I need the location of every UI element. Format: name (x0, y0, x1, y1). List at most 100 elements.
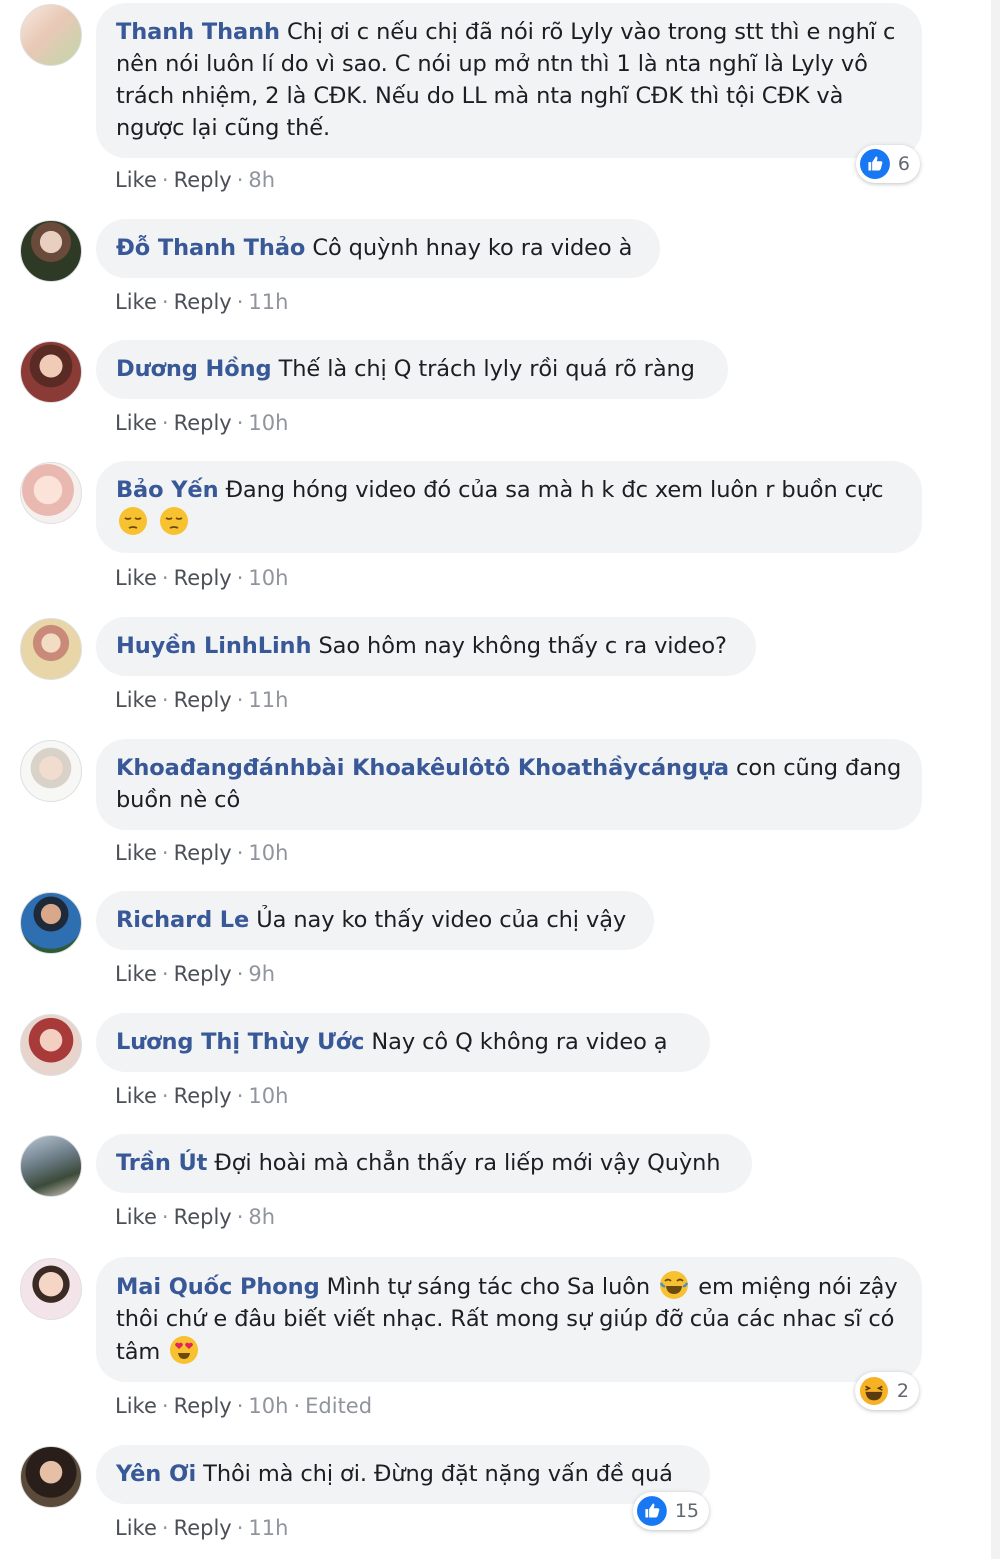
comment-actions: Like · Reply · 10h (115, 841, 289, 865)
like-link[interactable]: Like (115, 566, 157, 590)
like-link[interactable]: Like (115, 1205, 157, 1229)
comment-text: Đang hóng video đó của sa mà h k đc xem … (225, 477, 884, 503)
comment-bubble: Khoađangđánhbài Khoakêulôtô Khoathầycáng… (96, 739, 922, 830)
tears-of-joy-emoji (660, 1271, 689, 1299)
comment-time[interactable]: 10h (248, 411, 288, 435)
comment-bubble: Trần Út Đợi hoài mà chẳn thấy ra liếp mớ… (96, 1134, 752, 1193)
like-reaction-icon (637, 1496, 667, 1526)
comment-text: Thôi mà chị ơi. Đừng đặt nặng vấn đề quá (203, 1461, 673, 1487)
comment-actions: Like · Reply · 11h (115, 290, 289, 314)
comment-author[interactable]: Khoađangđánhbài Khoakêulôtô Khoathầycáng… (116, 755, 729, 781)
comment-bubble: Dương Hồng Thế là chị Q trách lyly rồi q… (96, 340, 728, 399)
comment-text: Sao hôm nay không thấy c ra video? (318, 633, 727, 659)
comment-time[interactable]: 11h (248, 1516, 288, 1540)
comment-author[interactable]: Huyền LinhLinh (116, 633, 312, 659)
avatar[interactable] (20, 462, 82, 524)
like-link[interactable]: Like (115, 1394, 157, 1418)
pensive-face-emoji (160, 507, 189, 535)
avatar[interactable] (20, 1014, 82, 1076)
comment-bubble: Thanh Thanh Chị ơi c nếu chị đã nói rõ L… (96, 3, 922, 158)
reaction-number: 6 (897, 153, 910, 175)
comment-bubble: Bảo Yến Đang hóng video đó của sa mà h k… (96, 461, 922, 553)
like-link[interactable]: Like (115, 1516, 157, 1540)
comment-text: Đợi hoài mà chẳn thấy ra liếp mới vậy Qu… (214, 1150, 721, 1176)
comment-time[interactable]: 10h (248, 1084, 288, 1108)
reaction-count[interactable]: 15 (633, 1492, 709, 1530)
like-link[interactable]: Like (115, 841, 157, 865)
comment-author[interactable]: Yên Ơi (116, 1461, 196, 1487)
reaction-count[interactable]: 6 (856, 145, 920, 183)
avatar[interactable] (20, 4, 82, 66)
comment-actions: Like · Reply · 10h · Edited (115, 1394, 373, 1418)
reply-link[interactable]: Reply (174, 1084, 232, 1108)
reaction-number: 15 (674, 1500, 699, 1522)
like-link[interactable]: Like (115, 290, 157, 314)
reply-link[interactable]: Reply (174, 962, 232, 986)
comment-time[interactable]: 10h (248, 841, 288, 865)
avatar[interactable] (20, 740, 82, 802)
comment-text: Nay cô Q không ra video ạ (371, 1029, 668, 1055)
comment-actions: Like · Reply · 11h (115, 688, 289, 712)
comment-time[interactable]: 8h (248, 1205, 275, 1229)
comment-time[interactable]: 9h (248, 962, 275, 986)
reply-link[interactable]: Reply (174, 411, 232, 435)
comment-author[interactable]: Đỗ Thanh Thảo (116, 235, 305, 261)
comment-author[interactable]: Richard Le (116, 907, 249, 933)
comment-bubble: Richard Le Ủa nay ko thấy video của chị … (96, 891, 654, 950)
pensive-face-emoji (119, 507, 147, 535)
comment-bubble: Yên Ơi Thôi mà chị ơi. Đừng đặt nặng vấn… (96, 1445, 710, 1504)
comment-actions: Like · Reply · 8h (115, 1205, 276, 1229)
comment-author[interactable]: Mai Quốc Phong (116, 1274, 320, 1300)
comment-author[interactable]: Thanh Thanh (116, 19, 280, 45)
like-link[interactable]: Like (115, 411, 157, 435)
avatar[interactable] (20, 1446, 82, 1508)
avatar[interactable] (20, 1135, 82, 1197)
comment-actions: Like · Reply · 10h (115, 411, 289, 435)
reply-link[interactable]: Reply (174, 290, 232, 314)
comment-author[interactable]: Dương Hồng (116, 356, 272, 382)
comment-text: Ủa nay ko thấy video của chị vậy (256, 907, 627, 933)
comment-bubble: Mai Quốc Phong Mình tự sáng tác cho Sa l… (96, 1257, 922, 1382)
comment-bubble: Lương Thị Thùy Ước Nay cô Q không ra vid… (96, 1013, 710, 1072)
avatar[interactable] (20, 892, 82, 954)
like-link[interactable]: Like (115, 1084, 157, 1108)
comment-bubble: Đỗ Thanh Thảo Cô quỳnh hnay ko ra video … (96, 219, 660, 278)
comment-author[interactable]: Bảo Yến (116, 477, 219, 503)
comment-actions: Like · Reply · 10h (115, 1084, 289, 1108)
haha-reaction-icon (859, 1376, 888, 1406)
comment-bubble: Huyền LinhLinh Sao hôm nay không thấy c … (96, 617, 756, 676)
avatar[interactable] (20, 220, 82, 282)
reply-link[interactable]: Reply (174, 688, 232, 712)
reply-link[interactable]: Reply (174, 566, 232, 590)
reply-link[interactable]: Reply (174, 1394, 232, 1418)
comment-actions: Like · Reply · 9h (115, 962, 276, 986)
comment-time[interactable]: 10h (248, 566, 288, 590)
comment-author[interactable]: Trần Út (116, 1150, 207, 1176)
comment-time[interactable]: 11h (248, 290, 288, 314)
like-link[interactable]: Like (115, 688, 157, 712)
comment-text: Thế là chị Q trách lyly rồi quá rõ ràng (278, 356, 695, 382)
comment-text: Cô quỳnh hnay ko ra video à (312, 235, 633, 261)
like-link[interactable]: Like (115, 962, 157, 986)
reply-link[interactable]: Reply (174, 1516, 232, 1540)
reply-link[interactable]: Reply (174, 841, 232, 865)
comment-actions: Like · Reply · 10h (115, 566, 289, 590)
comment-actions: Like · Reply · 8h (115, 168, 276, 192)
comment-time[interactable]: 8h (248, 168, 275, 192)
comment-time[interactable]: 11h (248, 688, 288, 712)
edited-label[interactable]: Edited (305, 1394, 372, 1418)
like-link[interactable]: Like (115, 168, 157, 192)
heart-eyes-emoji (170, 1336, 199, 1364)
comment-actions: Like · Reply · 11h (115, 1516, 289, 1540)
avatar[interactable] (20, 1258, 82, 1320)
reaction-count[interactable]: 2 (855, 1372, 919, 1410)
comment-time[interactable]: 10h (248, 1394, 288, 1418)
reaction-number: 2 (896, 1380, 909, 1402)
reply-link[interactable]: Reply (174, 168, 232, 192)
reply-link[interactable]: Reply (174, 1205, 232, 1229)
comment-author[interactable]: Lương Thị Thùy Ước (116, 1029, 364, 1055)
avatar[interactable] (20, 618, 82, 680)
scrollbar-track[interactable] (991, 0, 1000, 1559)
avatar[interactable] (20, 341, 82, 403)
comment-text: Mình tự sáng tác cho Sa luôn (326, 1274, 651, 1300)
